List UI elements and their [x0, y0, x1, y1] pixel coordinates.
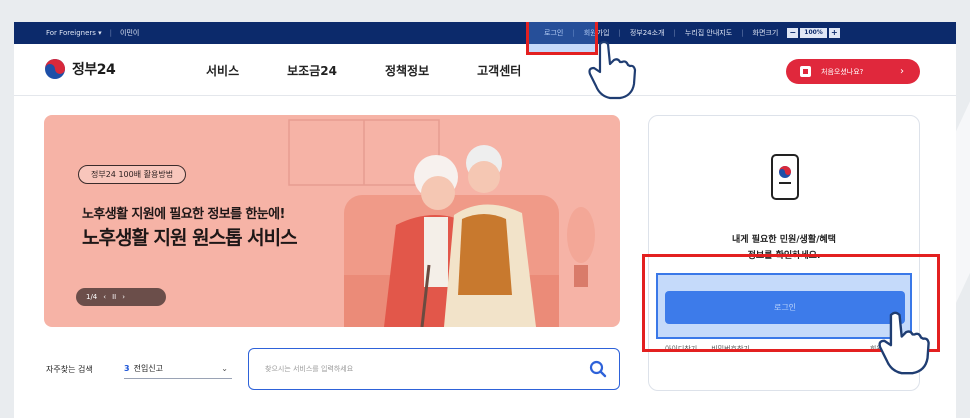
divider: |	[109, 29, 113, 37]
banner-subtitle: 노후생활 지원에 필요한 정보를 한눈에!	[82, 207, 285, 222]
for-foreigners-link[interactable]: For Foreigners ▾	[46, 29, 102, 37]
frequent-search-rank: 3	[124, 364, 130, 373]
zoom-value: 100%	[800, 28, 827, 38]
divider: |	[618, 29, 621, 37]
hero-banner[interactable]: 정부24 100배 활용방법 노후생활 지원에 필요한 정보를 한눈에! 노후생…	[44, 115, 620, 327]
taegeuk-logo-icon	[45, 59, 65, 79]
mobile-phone-icon	[771, 154, 799, 200]
service-search-box[interactable]: 찾으시는 서비스를 입력하세요	[248, 348, 620, 390]
gov24-page: For Foreigners ▾ | 이민이 로그인 | 회원가입 | 정부24…	[14, 22, 956, 418]
frequent-search-label: 자주찾는 검색	[46, 365, 93, 374]
pager-pause-button[interactable]: II	[112, 293, 116, 301]
pager-count: 1/4	[86, 293, 98, 301]
divider: |	[741, 29, 744, 37]
menu-customer-center[interactable]: 고객센터	[477, 62, 521, 79]
english-link[interactable]: 이민이	[120, 28, 139, 38]
first-visit-label: 처음오셨나요?	[821, 67, 864, 76]
frequent-search-term: 전입신고	[133, 364, 164, 373]
first-visit-button[interactable]: 처음오셨나요? ›	[786, 59, 920, 84]
zoom-control: − 100% +	[787, 28, 840, 38]
banner-chip[interactable]: 정부24 100배 활용방법	[78, 165, 187, 184]
zoom-label: 화면크기	[752, 29, 779, 37]
menu-services[interactable]: 서비스	[206, 62, 239, 79]
divider: |	[673, 29, 676, 37]
menu-policy-info[interactable]: 정책정보	[385, 62, 429, 79]
main-navbar: 정부24 서비스 보조금24 정책정보 고객센터 처음오셨나요? ›	[14, 44, 956, 96]
zoom-out-button[interactable]: −	[787, 28, 799, 38]
banner-title: 노후생활 지원 원스톱 서비스	[82, 227, 298, 249]
zoom-in-button[interactable]: +	[828, 28, 840, 38]
search-placeholder: 찾으시는 서비스를 입력하세요	[265, 365, 354, 373]
pointer-hand-icon	[588, 40, 637, 100]
bookmark-icon	[800, 66, 811, 77]
about-link[interactable]: 정부24소개	[630, 28, 665, 38]
search-icon[interactable]	[589, 360, 607, 378]
pointer-hand-icon	[878, 311, 930, 375]
logo-link[interactable]: 정부24	[44, 58, 116, 80]
pager-next-button[interactable]: ›	[122, 293, 125, 301]
pager-prev-button[interactable]: ‹	[103, 293, 106, 301]
logo-text: 정부24	[72, 62, 116, 78]
banner-pager: 1/4 ‹ II ›	[76, 288, 166, 306]
sitemap-link[interactable]: 누리집 안내지도	[685, 28, 732, 38]
frequent-search-select[interactable]: 3 전입신고 ⌄	[124, 359, 232, 379]
main-menu: 서비스 보조금24 정책정보 고객센터	[206, 44, 521, 96]
chevron-down-icon: ⌄	[221, 364, 228, 373]
chevron-right-icon: ›	[900, 66, 904, 77]
login-card-text-line1: 내게 필요한 민원/생활/혜택	[732, 235, 836, 245]
utility-bar: For Foreigners ▾ | 이민이 로그인 | 회원가입 | 정부24…	[14, 22, 956, 44]
menu-subsidy24[interactable]: 보조금24	[287, 62, 337, 79]
